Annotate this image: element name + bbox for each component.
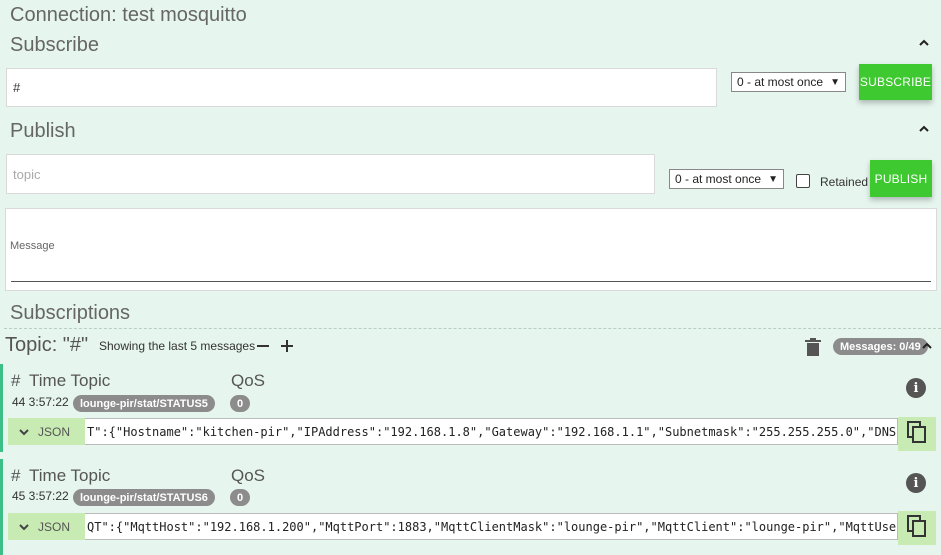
connection-title: Connection: test mosquitto	[10, 4, 247, 26]
message-topic-badge: lounge-pir/stat/STATUS5	[73, 395, 215, 412]
showing-messages-text: Showing the last 5 messages	[99, 339, 256, 353]
message-left-bar	[0, 459, 3, 555]
subscribe-qos-value: 0 - at most once	[737, 75, 824, 89]
subscription-topic-label: Topic: "#"	[5, 334, 89, 356]
message-textarea[interactable]: Message	[5, 208, 937, 291]
info-icon[interactable]: i	[906, 473, 926, 493]
publish-button[interactable]: PUBLISH	[870, 160, 932, 197]
subscriptions-title: Subscriptions	[10, 302, 131, 324]
subscribe-title: Subscribe	[10, 34, 99, 56]
copy-button[interactable]	[898, 417, 936, 451]
message-header-hash: #	[11, 371, 21, 390]
collapse-subscription-chevron-up-icon[interactable]	[921, 341, 937, 351]
json-format-toggle[interactable]: JSON	[8, 418, 85, 445]
message-header-qos: QoS	[231, 371, 266, 390]
message-header-time-topic: Time Topic	[29, 371, 111, 390]
message-index-time: 44 3:57:22	[12, 395, 69, 409]
dropdown-arrow-icon: ▼	[830, 76, 840, 88]
message-underline	[11, 281, 931, 282]
copy-icon	[906, 514, 928, 543]
subscribe-qos-select[interactable]: 0 - at most once ▼	[731, 72, 846, 92]
message-payload[interactable]: T":{"Hostname":"kitchen-pir","IPAddress"…	[8, 418, 898, 445]
message-payload[interactable]: QT":{"MqttHost":"192.168.1.200","MqttPor…	[8, 513, 898, 540]
message-topic-badge: lounge-pir/stat/STATUS6	[73, 489, 215, 506]
publish-qos-value: 0 - at most once	[675, 172, 762, 186]
message-label: Message	[10, 240, 55, 252]
collapse-publish-chevron-up-icon[interactable]	[918, 124, 934, 134]
subscribe-button[interactable]: SUBSCRIBE	[859, 64, 932, 100]
json-format-toggle[interactable]: JSON	[8, 513, 85, 540]
message-header-time-topic: Time Topic	[29, 466, 111, 485]
retained-label: Retained	[820, 175, 869, 189]
subscribe-topic-input[interactable]: #	[6, 68, 717, 107]
messages-count-badge: Messages: 0/49	[833, 338, 928, 355]
chevron-down-icon	[18, 522, 30, 532]
copy-button[interactable]	[898, 511, 936, 545]
message-left-bar	[0, 364, 3, 452]
retained-checkbox[interactable]	[796, 174, 810, 188]
info-icon[interactable]: i	[906, 378, 926, 398]
message-index-time: 45 3:57:22	[12, 489, 69, 503]
copy-icon	[906, 420, 928, 449]
publish-qos-select[interactable]: 0 - at most once ▼	[669, 169, 784, 189]
chevron-down-icon	[18, 427, 30, 437]
json-format-label: JSON	[38, 519, 71, 534]
subscriptions-divider	[4, 328, 941, 329]
collapse-subscribe-chevron-up-icon[interactable]	[918, 38, 934, 48]
plus-icon[interactable]	[279, 338, 295, 359]
publish-title: Publish	[10, 120, 76, 142]
message-header-hash: #	[11, 466, 21, 485]
minus-icon[interactable]	[255, 338, 271, 359]
dropdown-arrow-icon: ▼	[768, 173, 778, 185]
trash-icon[interactable]	[804, 337, 822, 362]
message-qos-badge: 0	[230, 395, 250, 412]
publish-topic-input[interactable]: topic	[6, 154, 655, 194]
message-header-qos: QoS	[231, 466, 266, 485]
message-qos-badge: 0	[230, 489, 250, 506]
json-format-label: JSON	[38, 424, 71, 439]
